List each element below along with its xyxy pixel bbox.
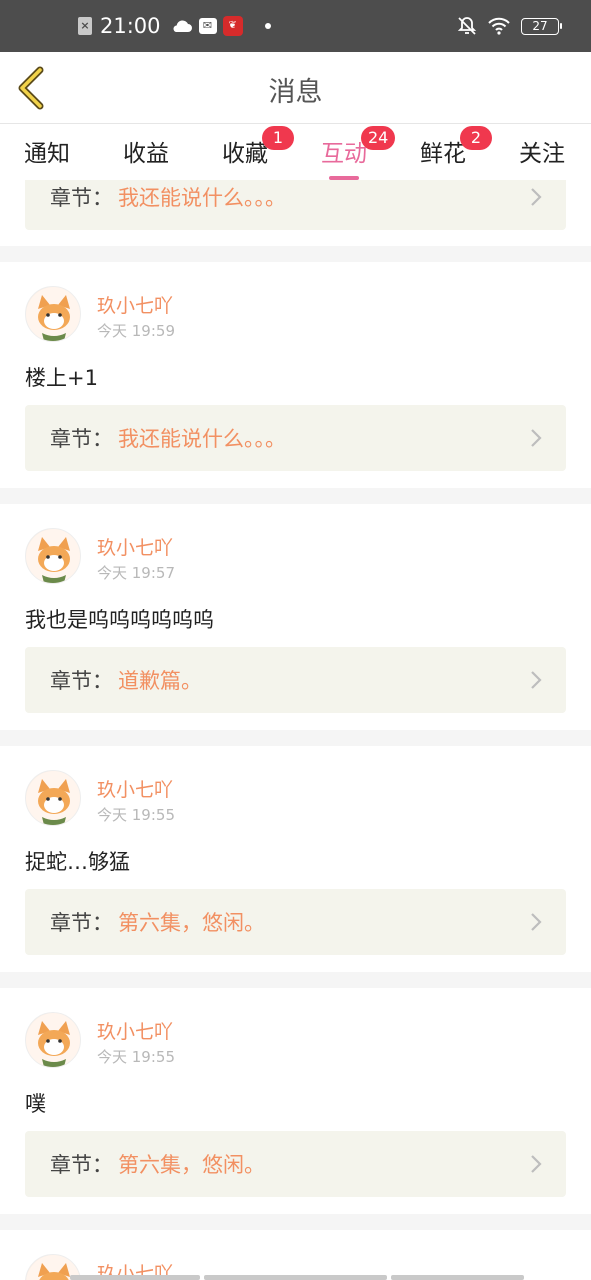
scroll-indicator bbox=[70, 1275, 200, 1280]
bell-off-icon bbox=[457, 16, 477, 36]
shiba-avatar-icon bbox=[26, 287, 80, 341]
username[interactable]: 玖小七吖 bbox=[97, 291, 173, 318]
message-feed[interactable]: 章节： 我还能说什么。。。 玖小七吖 今天 19:59 楼上+1 章节： 我还能… bbox=[0, 180, 591, 1280]
comment-text[interactable]: 捉蛇…够猛 bbox=[25, 846, 130, 876]
avatar[interactable] bbox=[25, 1012, 81, 1068]
cloud-icon bbox=[171, 18, 193, 34]
chapter-title: 我还能说什么。。。 bbox=[118, 186, 286, 210]
chapter-title: 第六集，悠闲。 bbox=[118, 1153, 265, 1177]
chapter-label: 章节： bbox=[50, 911, 113, 935]
mail-icon: ✉ bbox=[198, 18, 217, 34]
chevron-right-icon bbox=[531, 1155, 542, 1173]
tab-label: 收藏 bbox=[222, 141, 268, 167]
wifi-icon bbox=[487, 17, 511, 35]
status-time: 21:00 bbox=[100, 14, 161, 38]
chapter-label: 章节： bbox=[50, 186, 113, 210]
shiba-avatar-icon bbox=[26, 529, 80, 583]
sim-off-icon: × bbox=[78, 17, 92, 35]
chevron-right-icon bbox=[531, 913, 542, 931]
shiba-avatar-icon bbox=[26, 771, 80, 825]
comment-text[interactable]: 我也是呜呜呜呜呜呜 bbox=[25, 604, 214, 634]
chapter-link[interactable]: 章节： 道歉篇。 bbox=[25, 647, 566, 713]
list-item: 玖小七吖 bbox=[0, 1230, 591, 1280]
tab-following[interactable]: 关注 bbox=[519, 134, 565, 168]
username[interactable]: 玖小七吖 bbox=[97, 1017, 173, 1044]
chevron-right-icon bbox=[531, 671, 542, 689]
chapter-label: 章节： bbox=[50, 427, 113, 451]
list-item: 玖小七吖 今天 19:55 噗 章节： 第六集，悠闲。 bbox=[0, 988, 591, 1214]
avatar[interactable] bbox=[25, 286, 81, 342]
tab-flowers[interactable]: 鲜花 2 bbox=[420, 126, 492, 168]
tab-notifications[interactable]: 通知 bbox=[24, 134, 70, 168]
username[interactable]: 玖小七吖 bbox=[97, 533, 173, 560]
username[interactable]: 玖小七吖 bbox=[97, 775, 173, 802]
tab-interactions[interactable]: 互动 24 bbox=[321, 126, 396, 180]
tab-badge: 1 bbox=[262, 126, 294, 150]
app-notification-icon: ❦ bbox=[222, 16, 243, 36]
tab-label: 关注 bbox=[519, 141, 565, 167]
comment-text[interactable]: 噗 bbox=[25, 1088, 46, 1118]
scroll-indicator bbox=[204, 1275, 387, 1280]
avatar[interactable] bbox=[25, 528, 81, 584]
avatar[interactable] bbox=[25, 770, 81, 826]
chapter-link[interactable]: 章节： 第六集，悠闲。 bbox=[25, 889, 566, 955]
battery-icon: 27 bbox=[521, 17, 562, 35]
title-bar: 消息 bbox=[0, 52, 591, 124]
list-item: 玖小七吖 今天 19:59 楼上+1 章节： 我还能说什么。。。 bbox=[0, 262, 591, 488]
chevron-right-icon bbox=[531, 188, 542, 206]
timestamp: 今天 19:55 bbox=[97, 806, 175, 824]
tab-label: 互动 bbox=[321, 141, 367, 167]
chapter-label: 章节： bbox=[50, 1153, 113, 1177]
scroll-indicator bbox=[391, 1275, 524, 1280]
list-item: 章节： 我还能说什么。。。 bbox=[0, 180, 591, 246]
chapter-link[interactable]: 章节： 我还能说什么。。。 bbox=[25, 180, 566, 230]
chapter-title: 第六集，悠闲。 bbox=[118, 911, 265, 935]
page-title: 消息 bbox=[268, 77, 323, 108]
chapter-link[interactable]: 章节： 我还能说什么。。。 bbox=[25, 405, 566, 471]
tab-bar: 通知 收益 收藏 1 互动 24 鲜花 2 关注 bbox=[0, 124, 591, 180]
tab-label: 通知 bbox=[24, 141, 70, 167]
chapter-label: 章节： bbox=[50, 669, 113, 693]
chapter-title: 道歉篇。 bbox=[118, 669, 202, 693]
tab-earnings[interactable]: 收益 bbox=[123, 134, 169, 168]
tab-label: 收益 bbox=[123, 141, 169, 167]
chevron-right-icon bbox=[531, 429, 542, 447]
shiba-avatar-icon bbox=[26, 1013, 80, 1067]
tab-label: 鲜花 bbox=[420, 141, 466, 167]
comment-text[interactable]: 楼上+1 bbox=[25, 362, 98, 392]
tab-badge: 2 bbox=[460, 126, 492, 150]
chapter-title: 我还能说什么。。。 bbox=[118, 427, 286, 451]
status-bar: × 21:00 ✉ ❦ 27 bbox=[0, 0, 591, 52]
tab-favorites[interactable]: 收藏 1 bbox=[222, 126, 294, 168]
list-item: 玖小七吖 今天 19:55 捉蛇…够猛 章节： 第六集，悠闲。 bbox=[0, 746, 591, 972]
dot-icon bbox=[264, 23, 271, 29]
tab-badge: 24 bbox=[361, 126, 396, 150]
timestamp: 今天 19:57 bbox=[97, 564, 175, 582]
chapter-link[interactable]: 章节： 第六集，悠闲。 bbox=[25, 1131, 566, 1197]
list-item: 玖小七吖 今天 19:57 我也是呜呜呜呜呜呜 章节： 道歉篇。 bbox=[0, 504, 591, 730]
timestamp: 今天 19:55 bbox=[97, 1048, 175, 1066]
timestamp: 今天 19:59 bbox=[97, 322, 175, 340]
